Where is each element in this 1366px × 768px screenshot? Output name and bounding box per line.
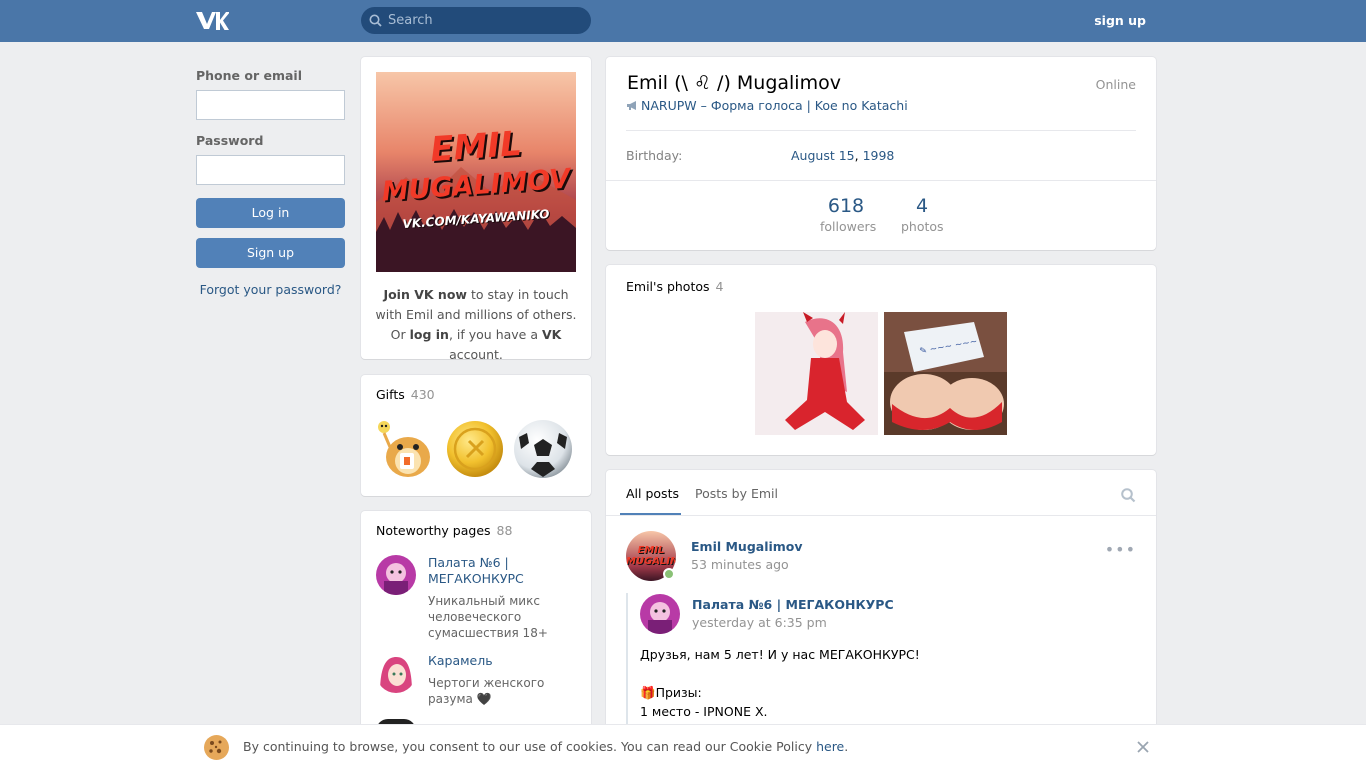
profile-info-card: Emil (\ ♌ /) Mugalimov Online NARUPW – Ф… <box>606 57 1156 250</box>
noteworthy-title[interactable]: Noteworthy pages 88 <box>376 523 512 538</box>
noteworthy-count: 88 <box>496 523 513 538</box>
gifts-card: Gifts 430 <box>361 375 591 496</box>
page-name[interactable]: Палата №6 | МЕГАКОНКУРС <box>428 555 578 587</box>
photo-thumbnail[interactable]: ✎ ~~~ ~~~ <box>884 312 1007 435</box>
birthday-value: August 15, 1998 <box>791 148 894 163</box>
gifts-title[interactable]: Gifts 430 <box>376 387 435 402</box>
birthday-year-link[interactable]: 1998 <box>863 148 895 163</box>
photos-label: photos <box>901 219 944 234</box>
photos-number: 4 <box>915 195 929 217</box>
karamel-avatar[interactable] <box>376 653 416 693</box>
repost-author-avatar[interactable] <box>640 594 680 634</box>
online-status: Online <box>1095 77 1136 92</box>
cookie-icon <box>204 735 229 760</box>
birthday-sep: , <box>854 148 863 163</box>
repost-author-name[interactable]: Палата №6 | МЕГАКОНКУРС <box>692 597 894 612</box>
cookie-consent-bar: By continuing to browse, you consent to … <box>0 724 1366 768</box>
photo-thumbnail[interactable] <box>755 312 878 435</box>
birthday-label: Birthday: <box>626 148 683 163</box>
login-button[interactable]: Log in <box>196 198 345 228</box>
join-text-2: Or <box>390 327 410 342</box>
post-text-line: 🎁Призы: <box>640 685 702 700</box>
palata-avatar[interactable] <box>376 555 416 595</box>
wall-search-icon[interactable] <box>1121 488 1136 503</box>
more-options-icon[interactable]: ••• <box>1105 540 1136 559</box>
cookie-policy-link[interactable]: here <box>816 739 844 754</box>
password-input[interactable] <box>196 155 345 185</box>
photos-count: 4 <box>715 279 724 294</box>
photos-title[interactable]: Emil's photos 4 <box>626 279 723 294</box>
page-description: Чертоги женского разума 🖤 <box>428 676 545 706</box>
avatar-card: EMIL MUGALIMOV VK.COM/KAYAWANIKO Join VK… <box>361 57 591 362</box>
gold-coin-gift-icon[interactable] <box>445 417 505 479</box>
top-header: sign up <box>0 0 1366 42</box>
close-icon[interactable] <box>1136 740 1150 754</box>
tab-all-posts[interactable]: All posts <box>626 486 679 501</box>
search-input[interactable] <box>388 7 583 34</box>
profile-avatar[interactable]: EMIL MUGALIMOV VK.COM/KAYAWANIKO <box>376 72 576 272</box>
join-login-link[interactable]: log in <box>410 327 449 342</box>
join-vk-text: Join VK now to stay in touch with Emil a… <box>371 285 581 365</box>
birthday-date-link[interactable]: August 15 <box>791 148 855 163</box>
post-text-line: Друзья, нам 5 лет! И у нас МЕГАКОНКУРС! <box>640 647 920 662</box>
soccer-ball-gift-icon[interactable] <box>513 417 573 479</box>
join-vk-bold: VK <box>541 327 562 342</box>
join-text-4: account. <box>449 347 503 362</box>
profile-name: Emil (\ ♌ /) Mugalimov <box>627 72 841 94</box>
join-now-bold: Join VK now <box>383 287 467 302</box>
divider <box>606 515 1156 516</box>
photos-counter[interactable]: 4 photos <box>901 195 944 234</box>
vk-logo-icon[interactable] <box>196 11 229 31</box>
megaphone-icon <box>627 101 636 110</box>
followers-number: 618 <box>827 195 865 217</box>
search-icon <box>369 14 382 27</box>
password-label: Password <box>196 133 264 148</box>
followers-counter[interactable]: 618 followers <box>820 195 877 234</box>
repost-time[interactable]: yesterday at 6:35 pm <box>692 615 827 630</box>
profile-status[interactable]: NARUPW – Форма голоса | Koe no Katachi <box>626 98 908 113</box>
gifts-count: 430 <box>410 387 435 402</box>
followers-label: followers <box>820 219 877 234</box>
divider <box>606 180 1156 181</box>
forgot-password-link[interactable]: Forgot your password? <box>196 282 345 297</box>
post-time[interactable]: 53 minutes ago <box>691 557 789 572</box>
post-text-line: 1 место - IPNONE X. <box>640 704 768 719</box>
phone-email-input[interactable] <box>196 90 345 120</box>
page-name[interactable]: Карамель <box>428 653 578 669</box>
signup-button[interactable]: Sign up <box>196 238 345 268</box>
login-form: Phone or email Password Log in Sign up F… <box>196 68 345 297</box>
divider <box>626 130 1136 131</box>
cookie-text: By continuing to browse, you consent to … <box>243 739 849 754</box>
online-indicator <box>663 568 675 580</box>
search-box[interactable] <box>361 7 591 34</box>
phone-label: Phone or email <box>196 68 302 83</box>
photos-card: Emil's photos 4 ✎ ~~~ ~~~ <box>606 265 1156 455</box>
header-signup-link[interactable]: sign up <box>1094 13 1146 28</box>
join-text-3: , if you have a <box>448 327 542 342</box>
post-author-name[interactable]: Emil Mugalimov <box>691 539 803 554</box>
tab-posts-by-emil[interactable]: Posts by Emil <box>695 486 778 501</box>
page-description: Уникальный микс человеческого сумасшеств… <box>428 594 548 640</box>
hamster-gift-icon[interactable] <box>376 417 436 479</box>
